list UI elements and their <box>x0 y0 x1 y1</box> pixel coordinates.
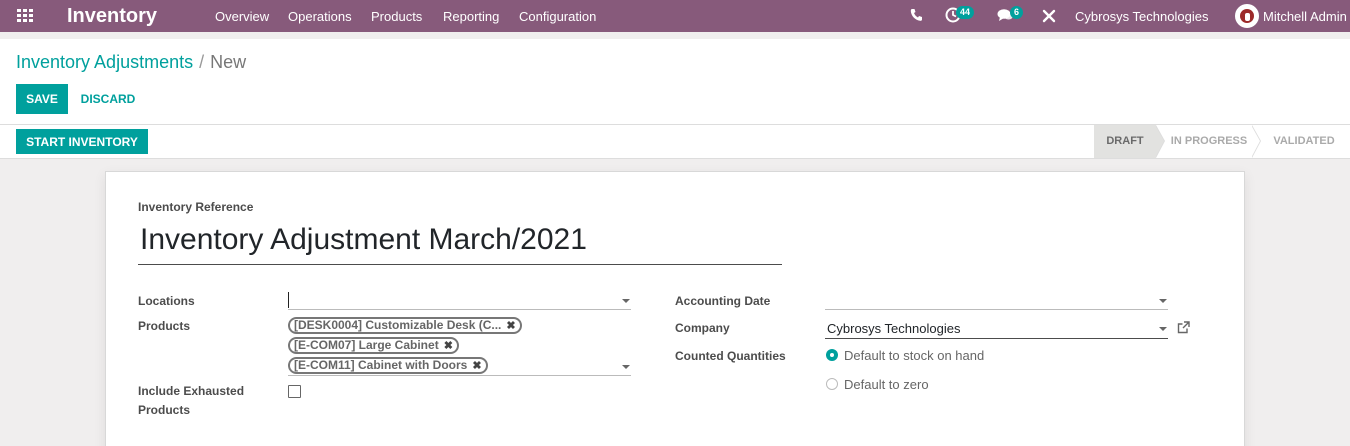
locations-label: Locations <box>138 294 195 308</box>
save-button[interactable]: SAVE <box>16 84 68 114</box>
breadcrumb-current: New <box>210 52 247 72</box>
company-field-value: Cybrosys Technologies <box>827 321 961 336</box>
counted-zero-radio[interactable] <box>826 378 838 390</box>
company-switcher[interactable]: Cybrosys Technologies <box>1075 9 1208 24</box>
accounting-date-label: Accounting Date <box>675 294 771 308</box>
remove-tag-icon[interactable]: ✖ <box>506 320 515 333</box>
locations-field[interactable] <box>288 290 631 310</box>
include-exhausted-label-cont: Products <box>138 403 191 417</box>
stage-validated: VALIDATED <box>1273 135 1335 147</box>
control-panel: Inventory Adjustments / New SAVE DISCARD <box>0 39 1350 125</box>
message-count-badge: 6 <box>1010 6 1024 19</box>
accounting-date-field[interactable] <box>825 290 1168 310</box>
counted-zero-label[interactable]: Default to zero <box>844 377 929 392</box>
accounting-date-dropdown-icon[interactable] <box>1159 299 1167 303</box>
reference-label: Inventory Reference <box>138 200 254 214</box>
products-label: Products <box>138 319 191 333</box>
company-label: Company <box>675 321 730 335</box>
reference-input[interactable]: Inventory Adjustment March/2021 <box>138 220 782 265</box>
include-exhausted-label: Include Exhausted <box>138 384 245 398</box>
product-tag: [E-COM07] Large Cabinet ✖ <box>288 337 459 354</box>
remove-tag-icon[interactable]: ✖ <box>444 340 453 353</box>
locations-dropdown-icon[interactable] <box>622 299 630 303</box>
counted-stock-label[interactable]: Default to stock on hand <box>844 348 984 363</box>
debug-tools-icon[interactable] <box>1042 9 1056 26</box>
user-avatar[interactable] <box>1235 4 1259 28</box>
user-menu[interactable]: Mitchell Admin <box>1263 9 1347 24</box>
app-title[interactable]: Inventory <box>67 5 157 28</box>
product-tag-label: [DESK0004] Customizable Desk (C... <box>294 318 502 332</box>
apps-menu-icon[interactable] <box>17 9 33 23</box>
form-status-header: START INVENTORY DRAFT IN PROGRESS VALIDA… <box>0 125 1350 159</box>
menu-products[interactable]: Products <box>371 9 422 24</box>
product-tag: [DESK0004] Customizable Desk (C... ✖ <box>288 317 522 334</box>
menu-reporting[interactable]: Reporting <box>443 9 499 24</box>
stage-in-progress: IN PROGRESS <box>1170 135 1248 147</box>
product-tag: [E-COM11] Cabinet with Doors ✖ <box>288 357 488 374</box>
menu-configuration[interactable]: Configuration <box>519 9 596 24</box>
discard-button[interactable]: DISCARD <box>72 84 144 114</box>
breadcrumb-parent-link[interactable]: Inventory Adjustments <box>16 52 193 72</box>
include-exhausted-checkbox[interactable] <box>288 385 301 398</box>
start-inventory-button[interactable]: START INVENTORY <box>16 129 148 154</box>
counted-quantities-label: Counted Quantities <box>675 349 786 363</box>
stage-separator-fill <box>1155 125 1164 158</box>
stage-draft: DRAFT <box>1094 125 1156 158</box>
external-link-icon[interactable] <box>1177 321 1190 337</box>
activity-count-badge: 44 <box>956 6 975 19</box>
counted-stock-radio[interactable] <box>826 349 838 361</box>
form-sheet: Inventory Reference Inventory Adjustment… <box>105 171 1245 446</box>
company-dropdown-icon[interactable] <box>1159 327 1167 331</box>
product-tag-label: [E-COM07] Large Cabinet <box>294 338 439 352</box>
breadcrumb: Inventory Adjustments / New <box>16 52 246 73</box>
top-navbar: Inventory Overview Operations Products R… <box>0 0 1350 32</box>
menu-operations[interactable]: Operations <box>288 9 352 24</box>
text-cursor <box>288 292 289 308</box>
remove-tag-icon[interactable]: ✖ <box>472 360 481 373</box>
stage-separator-fill <box>1251 125 1260 158</box>
breadcrumb-separator: / <box>199 52 205 72</box>
product-tag-label: [E-COM11] Cabinet with Doors <box>294 358 468 372</box>
products-dropdown-icon[interactable] <box>622 365 630 369</box>
menu-overview[interactable]: Overview <box>215 9 269 24</box>
phone-icon[interactable] <box>910 8 923 25</box>
